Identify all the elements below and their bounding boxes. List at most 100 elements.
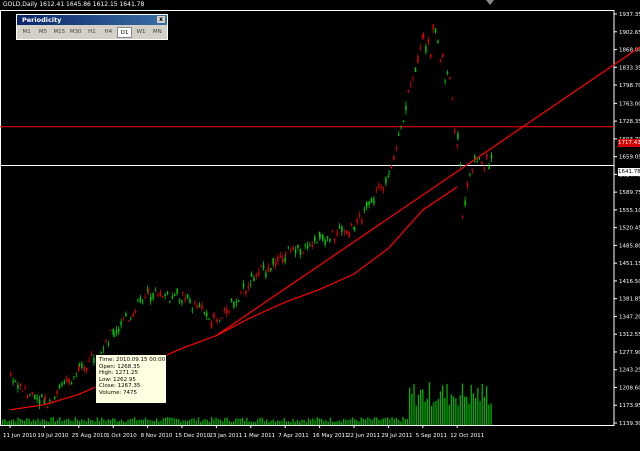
volume-bar [202,420,204,425]
volume-bar [213,419,215,425]
volume-bar [351,417,354,425]
candle-body [70,382,73,385]
candle-body [186,293,189,299]
candle-body [316,241,318,243]
candle-body [36,397,38,400]
candle-body [88,361,90,362]
volume-bar [19,419,21,425]
candle-body [279,255,282,258]
volume-bar [30,421,32,425]
volume-bar [217,419,219,425]
period-button-m15[interactable]: M15 [52,27,67,38]
volume-bar [448,404,450,425]
tooltip-low: Low: 1262.95 [99,376,136,383]
candle-body [118,329,120,332]
candle-body [178,299,181,301]
volume-bar [250,421,252,425]
volume-bar [103,419,105,425]
candle-body [73,376,75,377]
volume-bar [431,406,433,425]
volume-bar [279,420,281,425]
period-button-m5[interactable]: M5 [35,27,50,38]
candle-body [262,264,265,269]
volume-bar [54,421,57,425]
candle-body [218,320,221,322]
volume-bar [167,417,169,425]
volume-bar [380,419,382,425]
volume-bar [336,421,338,425]
volume-bar [384,418,387,425]
candle-body [134,311,137,314]
volume-bar [233,421,235,425]
volume-bar [182,420,184,425]
candle-body [370,197,373,203]
volume-bar [424,401,426,425]
volume-bar [457,405,459,425]
period-button-w1[interactable]: W1 [133,27,148,38]
volume-bar [303,419,305,425]
candle-body [483,168,486,170]
x-tick-label: 25 Aug 2010 [72,433,108,439]
candle-body [144,297,146,298]
x-tick-label: 19 Jul 2010 [37,433,69,439]
volume-bar [4,419,6,425]
volume-bar [486,386,488,425]
y-tick-label: 1659.05 [619,155,640,161]
volume-bar [118,420,120,425]
shift-marker-icon[interactable] [486,0,494,5]
candle-body [34,394,36,400]
candle-body [253,277,255,281]
volume-bar [153,420,156,425]
period-button-m30[interactable]: M30 [68,27,83,38]
y-tick-label: 1798.70 [619,83,640,89]
candle-body [191,309,194,311]
volume-bar [13,419,15,425]
candle-body [306,245,309,249]
candle-body [230,299,233,301]
period-button-d1[interactable]: D1 [116,27,133,38]
plot-frame [0,10,615,426]
candle-body [361,220,363,223]
candle-body [154,290,157,292]
periodicity-buttons: M1 M5 M15 M30 H1 H4 D1 W1 MN [17,25,167,38]
volume-bar [347,420,349,425]
volume-bar [382,418,384,425]
x-tick-label: 1 Mar 2011 [244,433,275,439]
candle-body [61,383,63,386]
volume-bar [239,418,241,425]
volume-bar [290,421,292,425]
period-button-mn[interactable]: MN [150,27,165,38]
close-icon[interactable]: x [157,16,165,23]
candle-body [102,348,105,350]
period-button-h1[interactable]: H1 [84,27,99,38]
periodicity-panel: Periodicity x M1 M5 M15 M30 H1 H4 D1 W1 … [16,14,168,40]
volume-bar [96,417,98,425]
candle-body [331,230,334,233]
candle-body [444,80,446,83]
candle-body [83,366,86,371]
period-button-m1[interactable]: M1 [19,27,34,38]
candle-body [456,145,458,147]
candle-body [137,299,139,301]
period-button-h4[interactable]: H4 [101,27,116,38]
volume-bar [92,420,94,425]
y-tick-label: 1902.65 [619,30,640,36]
volume-bar [195,420,197,425]
candle-body [299,249,302,255]
volume-bar [50,417,52,425]
x-tick-label: 8 Nov 2010 [141,433,173,439]
periodicity-title-bar[interactable]: Periodicity x [17,15,167,25]
volume-bar [26,418,28,425]
volume-bar [442,385,444,425]
candle-body [272,258,274,265]
candle-body [419,47,422,49]
volume-bar [156,418,158,425]
candle-body [380,186,382,188]
candle-body [221,317,223,319]
candle-body [427,39,430,44]
volume-bar [446,383,448,425]
volume-bar [140,419,142,425]
volume-bar [455,398,457,425]
y-tick-label: 1520.45 [619,226,640,232]
volume-bar [391,417,393,425]
